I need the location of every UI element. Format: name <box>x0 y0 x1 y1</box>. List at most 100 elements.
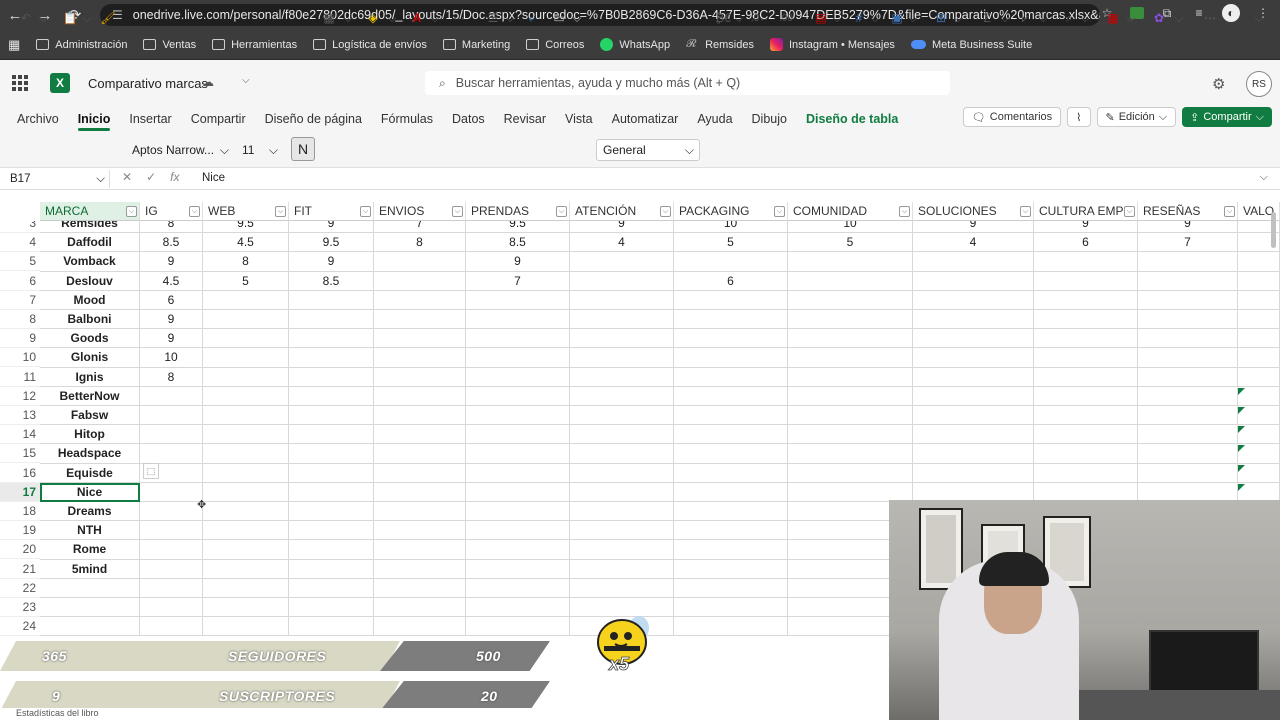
score-cell[interactable] <box>466 463 570 483</box>
score-cell[interactable]: 8.5 <box>466 233 570 253</box>
fill-color-icon[interactable]: ◈ <box>364 8 382 28</box>
score-cell[interactable]: 4.5 <box>140 271 203 291</box>
score-cell[interactable] <box>570 482 674 502</box>
score-cell[interactable] <box>374 348 466 368</box>
filter-dropdown-icon[interactable]: ⌵ <box>452 206 463 217</box>
score-cell[interactable]: 8 <box>140 367 203 387</box>
brand-cell[interactable]: Goods <box>40 329 140 349</box>
autosum-dropdown-icon[interactable]: ⌵ <box>998 8 1012 28</box>
more-options-icon[interactable]: ⋯ <box>1200 8 1220 28</box>
score-cell[interactable] <box>289 502 374 522</box>
score-cell[interactable] <box>289 559 374 579</box>
score-cell[interactable] <box>913 310 1034 330</box>
score-cell[interactable] <box>1034 310 1138 330</box>
score-cell[interactable] <box>570 367 674 387</box>
search-input[interactable]: ⌕ Buscar herramientas, ayuda y mucho más… <box>425 71 950 95</box>
score-cell[interactable] <box>203 617 289 637</box>
score-cell[interactable]: 5 <box>203 271 289 291</box>
score-cell[interactable] <box>289 598 374 618</box>
score-cell[interactable] <box>289 444 374 464</box>
brand-cell[interactable]: NTH <box>40 521 140 541</box>
merge-dropdown-icon[interactable]: ⌵ <box>570 8 584 28</box>
score-cell[interactable] <box>374 463 466 483</box>
score-cell[interactable] <box>674 444 788 464</box>
score-cell[interactable] <box>203 482 289 502</box>
score-cell[interactable]: 4.5 <box>203 233 289 253</box>
score-cell[interactable] <box>203 406 289 426</box>
filter-dropdown-icon[interactable]: ⌵ <box>556 206 567 217</box>
score-cell[interactable] <box>1034 252 1138 272</box>
score-cell[interactable] <box>289 406 374 426</box>
score-cell[interactable] <box>674 521 788 541</box>
score-cell[interactable] <box>203 598 289 618</box>
copilot-icon[interactable]: ✿ <box>1150 8 1168 28</box>
column-header-comunidad[interactable]: COMUNIDAD <box>788 202 913 221</box>
bookmark-meta[interactable]: Meta Business Suite <box>910 39 1032 51</box>
score-cell[interactable] <box>466 348 570 368</box>
row-number[interactable]: 14 <box>0 425 40 445</box>
score-cell[interactable] <box>466 310 570 330</box>
score-cell[interactable] <box>674 329 788 349</box>
score-cell[interactable] <box>140 540 203 560</box>
score-cell[interactable] <box>374 329 466 349</box>
chevron-down-icon[interactable]: ⌵ <box>242 75 250 86</box>
score-cell[interactable]: 9 <box>140 329 203 349</box>
score-cell[interactable] <box>674 367 788 387</box>
undo-icon[interactable]: ↶ <box>16 8 36 28</box>
score-cell[interactable] <box>289 482 374 502</box>
score-cell[interactable] <box>570 521 674 541</box>
insert-function-icon[interactable]: fx <box>170 170 179 184</box>
score-cell[interactable] <box>1034 367 1138 387</box>
row-number[interactable]: 13 <box>0 406 40 425</box>
tab-vista[interactable]: Vista <box>565 108 593 130</box>
currency-format-icon[interactable]: ₿€ <box>712 8 734 28</box>
score-cell[interactable] <box>674 463 788 483</box>
brand-cell[interactable]: Rome <box>40 540 140 560</box>
tab-revisar[interactable]: Revisar <box>504 108 546 130</box>
format-table-icon[interactable]: # <box>850 8 868 28</box>
row-number[interactable]: 23 <box>0 598 40 617</box>
score-cell[interactable] <box>374 559 466 579</box>
score-cell[interactable] <box>289 310 374 330</box>
score-cell[interactable] <box>374 406 466 426</box>
score-cell[interactable] <box>1138 252 1238 272</box>
score-cell[interactable] <box>1034 329 1138 349</box>
score-cell[interactable] <box>570 348 674 368</box>
error-indicator-icon[interactable] <box>1238 407 1245 414</box>
brand-cell[interactable] <box>40 578 140 598</box>
score-cell[interactable] <box>374 386 466 406</box>
column-header-packaging[interactable]: PACKAGING <box>674 202 788 221</box>
column-header-prendas[interactable]: PRENDAS <box>466 202 570 221</box>
score-cell[interactable] <box>289 617 374 637</box>
score-cell[interactable] <box>570 290 674 310</box>
score-cell[interactable] <box>570 559 674 579</box>
row-number[interactable]: 21 <box>0 560 40 579</box>
score-cell[interactable] <box>466 559 570 579</box>
row-number[interactable]: 7 <box>0 291 40 310</box>
filter-dropdown-icon[interactable]: ⌵ <box>1124 206 1135 217</box>
avatar[interactable]: RS <box>1246 71 1272 97</box>
score-cell[interactable] <box>203 425 289 445</box>
find-icon[interactable]: ⌕ <box>1060 8 1078 28</box>
score-cell[interactable] <box>466 329 570 349</box>
score-cell[interactable] <box>289 521 374 541</box>
filter-dropdown-icon[interactable]: ⌵ <box>660 206 671 217</box>
brand-cell[interactable]: Ignis <box>40 367 140 387</box>
score-cell[interactable] <box>466 617 570 637</box>
score-cell[interactable] <box>1138 329 1238 349</box>
score-cell[interactable] <box>788 367 913 387</box>
score-cell[interactable] <box>140 598 203 618</box>
excel-logo-icon[interactable]: X <box>50 73 70 93</box>
score-cell[interactable] <box>466 386 570 406</box>
score-cell[interactable]: 6 <box>1034 233 1138 253</box>
score-cell[interactable] <box>203 521 289 541</box>
row-number[interactable]: 12 <box>0 387 40 406</box>
score-cell[interactable] <box>466 540 570 560</box>
score-cell[interactable] <box>466 290 570 310</box>
row-number[interactable]: 6 <box>0 272 40 291</box>
score-cell[interactable]: 9 <box>140 252 203 272</box>
score-cell[interactable] <box>374 540 466 560</box>
expand-formula-icon[interactable]: ⌵ <box>1260 171 1268 184</box>
score-cell[interactable] <box>289 367 374 387</box>
score-cell[interactable] <box>140 559 203 579</box>
